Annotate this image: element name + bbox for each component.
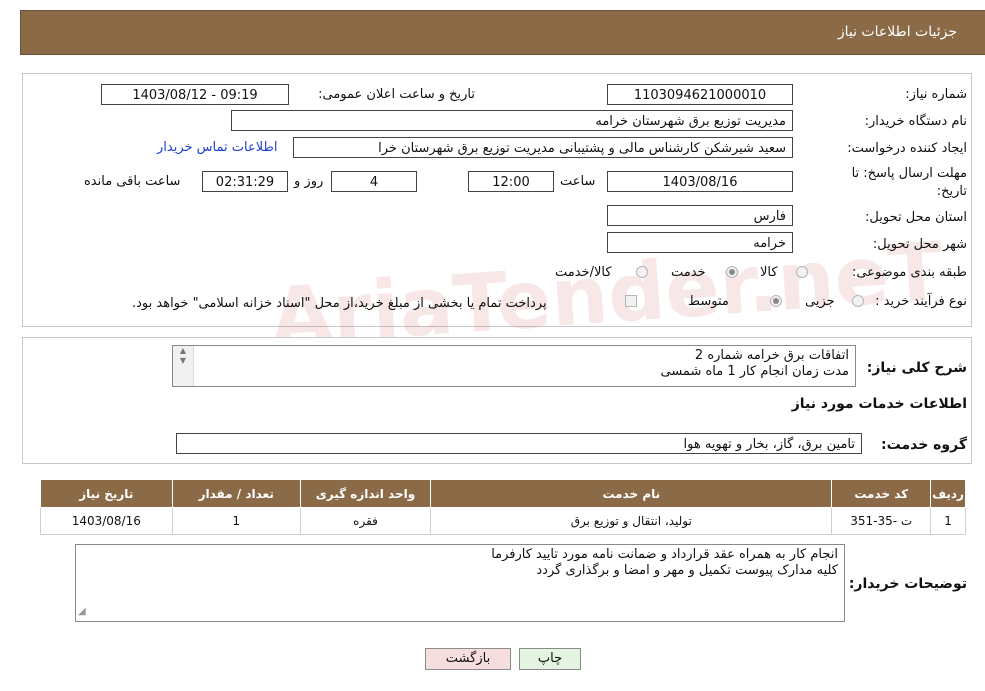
description-line-1: اتفاقات برق خرامه شماره 2 [694, 348, 849, 363]
col-row-number: ردیف [930, 479, 966, 508]
page-header: جزئیات اطلاعات نیاز [20, 10, 985, 55]
deadline-label-2: تاریخ: [936, 184, 967, 199]
province-field: فارس [607, 205, 793, 226]
services-table-header: ردیف کد خدمت نام خدمت واحد اندازه گیری ت… [40, 479, 966, 508]
announce-date-label: تاریخ و ساعت اعلان عمومی: [318, 87, 475, 102]
services-section-title: اطلاعات خدمات مورد نیاز [791, 396, 967, 412]
buyer-notes-line-1: انجام کار به همراه عقد قرارداد و ضمانت ن… [491, 547, 838, 562]
col-service-code: کد خدمت [831, 479, 932, 508]
remaining-time-label: ساعت باقی مانده [84, 174, 181, 189]
deadline-date-field: 1403/08/16 [607, 171, 793, 192]
city-label: شهر محل تحویل: [872, 237, 967, 252]
buyer-notes-textarea: انجام کار به همراه عقد قرارداد و ضمانت ن… [75, 544, 845, 622]
days-remaining-field: 4 [331, 171, 417, 192]
category-label: طبقه بندی موضوعی: [851, 265, 967, 280]
buyer-notes-line-2: کلیه مدارک پیوست تکمیل و مهر و امضا و بر… [536, 563, 838, 578]
buyer-org-field: مدیریت توزیع برق شهرستان خرامه [231, 110, 793, 131]
description-scrollbar[interactable]: ▲ ▼ [173, 346, 194, 386]
scroll-up-icon[interactable]: ▲ [173, 346, 193, 356]
category-service-radio[interactable] [726, 266, 738, 278]
cell-quantity: 1 [171, 507, 301, 535]
need-number-label: شماره نیاز: [905, 87, 967, 102]
service-group-field: تامین برق، گاز، بخار و تهویه هوا [176, 433, 862, 454]
category-goods-label: کالا [760, 265, 778, 280]
process-medium-label: متوسط [688, 294, 729, 309]
province-label: استان محل تحویل: [865, 210, 967, 225]
service-group-label: گروه خدمت: [881, 437, 967, 453]
description-textarea: اتفاقات برق خرامه شماره 2 مدت زمان انجام… [172, 345, 856, 387]
buyer-org-label: نام دستگاه خریدار: [864, 114, 967, 129]
creator-field: سعید شیرشکن کارشناس مالی و پشتیبانی مدیر… [293, 137, 793, 158]
creator-label: ایجاد کننده درخواست: [847, 141, 967, 156]
description-label: شرح کلی نیاز: [866, 360, 967, 376]
process-medium-radio[interactable] [770, 295, 782, 307]
cell-unit: فقره [299, 507, 432, 535]
category-goods-service-label: کالا/خدمت [555, 265, 612, 280]
col-service-name: نام خدمت [430, 479, 833, 508]
scroll-down-icon[interactable]: ▼ [173, 356, 193, 366]
col-quantity: تعداد / مقدار [171, 479, 301, 508]
process-minor-label: جزیی [805, 294, 835, 309]
treasury-payment-note: پرداخت تمام یا بخشی از مبلغ خرید،از محل … [132, 296, 547, 311]
col-need-date: تاریخ نیاز [40, 479, 173, 508]
deadline-time-label: ساعت [560, 174, 596, 189]
process-minor-radio[interactable] [852, 295, 864, 307]
cell-service-code: ت -35-351 [831, 507, 932, 535]
treasury-payment-checkbox[interactable] [625, 295, 637, 307]
description-line-2: مدت زمان انجام کار 1 ماه شمسی [660, 364, 850, 379]
deadline-label: مهلت ارسال پاسخ: تا [851, 166, 967, 181]
deadline-time-field: 12:00 [468, 171, 554, 192]
remaining-time-field: 02:31:29 [202, 171, 288, 192]
cell-need-date: 1403/08/16 [40, 507, 173, 535]
need-number-field: 1103094621000010 [607, 84, 793, 105]
resize-grip-icon[interactable]: ◢ [78, 604, 86, 620]
days-label: روز و [294, 174, 324, 189]
city-field: خرامه [607, 232, 793, 253]
category-goods-service-radio[interactable] [636, 266, 648, 278]
buyer-contact-link[interactable]: اطلاعات تماس خریدار [157, 140, 277, 155]
back-button[interactable]: بازگشت [425, 648, 511, 670]
process-type-label: نوع فرآیند خرید : [875, 294, 967, 309]
category-service-label: خدمت [671, 265, 706, 280]
print-button[interactable]: چاپ [519, 648, 581, 670]
buyer-notes-label: توضیحات خریدار: [848, 576, 967, 592]
cell-row-number: 1 [930, 507, 966, 535]
col-unit: واحد اندازه گیری [299, 479, 432, 508]
category-goods-radio[interactable] [796, 266, 808, 278]
page-title: جزئیات اطلاعات نیاز [837, 24, 957, 40]
announce-date-field: 1403/08/12 - 09:19 [101, 84, 289, 105]
cell-service-name: تولید، انتقال و توزیع برق [430, 507, 833, 535]
services-table: ردیف کد خدمت نام خدمت واحد اندازه گیری ت… [40, 479, 966, 535]
table-row: 1 ت -35-351 تولید، انتقال و توزیع برق فق… [40, 507, 966, 535]
